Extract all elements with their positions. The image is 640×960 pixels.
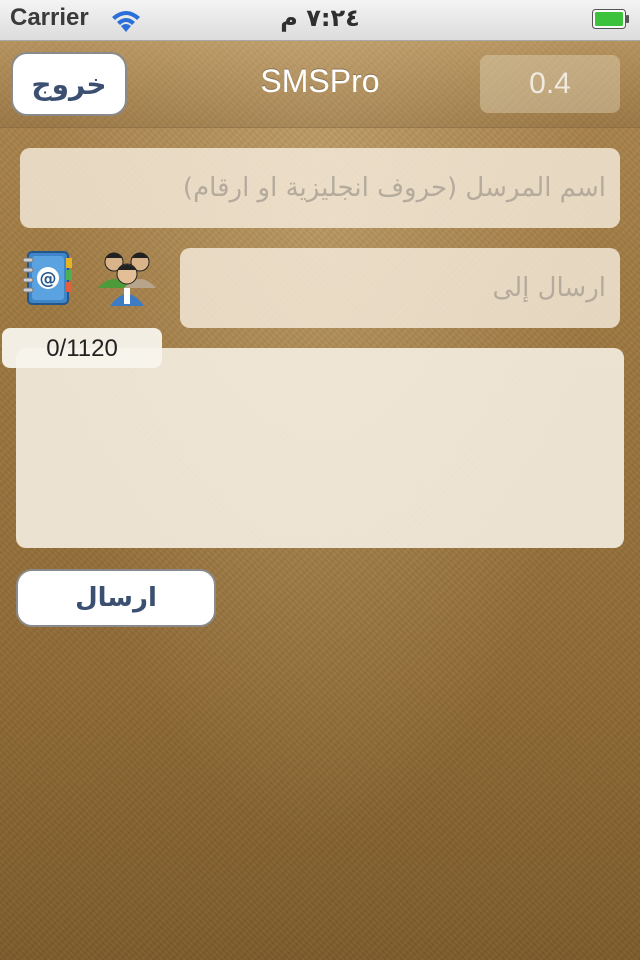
- status-time: ٧:٢٤ م: [280, 4, 360, 32]
- battery-icon: [592, 9, 629, 29]
- character-counter: 0/1120: [2, 328, 162, 368]
- svg-text:@: @: [40, 269, 57, 289]
- recipient-field[interactable]: [180, 248, 620, 328]
- contacts-group-icon[interactable]: [96, 244, 158, 308]
- sender-name-field[interactable]: [20, 148, 620, 228]
- status-bar: Carrier ٧:٢٤ م: [0, 0, 640, 41]
- send-button[interactable]: ارسال: [16, 569, 216, 627]
- version-button[interactable]: 0.4: [480, 55, 620, 113]
- address-book-icon[interactable]: @: [18, 248, 74, 308]
- message-text-area[interactable]: [16, 348, 624, 548]
- app-title: SMSPro: [260, 63, 380, 99]
- navigation-bar: خروج SMSPro 0.4: [0, 41, 640, 128]
- exit-button[interactable]: خروج: [11, 52, 127, 116]
